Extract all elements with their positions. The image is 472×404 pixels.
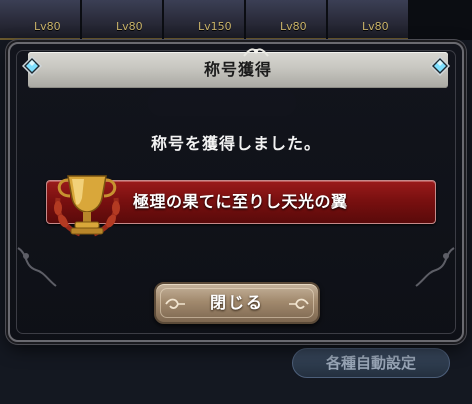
- dialog-header: 称号獲得: [28, 48, 448, 88]
- auto-settings-button[interactable]: 各種自動設定: [292, 348, 450, 378]
- corner-ornament-icon: [415, 247, 455, 287]
- party-member-level: Lv150: [198, 20, 232, 33]
- earned-title-name: 極理の果てに至りし天光の翼: [133, 192, 348, 211]
- corner-ornament-icon: [17, 247, 57, 287]
- flourish-icon: [243, 48, 269, 57]
- party-member-level: Lv80: [34, 20, 61, 33]
- flourish-icon: [165, 298, 185, 309]
- party-member-level: Lv80: [362, 20, 389, 33]
- party-member-level: Lv80: [280, 20, 307, 33]
- game-screen: Lv80 Lv80 Lv150 Lv80 Lv80 各種自動設定 称号獲得 称号…: [0, 0, 472, 404]
- party-member-2[interactable]: Lv80: [82, 0, 162, 40]
- title-acquired-dialog: 称号獲得 称号を獲得しました。 極理の果てに至りし天光の翼 閉じる: [8, 42, 464, 342]
- party-member-level: Lv80: [116, 20, 143, 33]
- party-member-1[interactable]: Lv80: [0, 0, 80, 40]
- trophy-icon: [54, 175, 120, 237]
- close-button-label: 閉じる: [209, 293, 264, 312]
- dialog-message: 称号を獲得しました。: [150, 134, 321, 153]
- party-portraits: Lv80 Lv80 Lv150 Lv80 Lv80: [0, 0, 472, 40]
- flourish-icon: [289, 298, 309, 309]
- gem-icon: [22, 56, 42, 76]
- party-member-5[interactable]: Lv80: [328, 0, 408, 40]
- party-member-4[interactable]: Lv80: [246, 0, 326, 40]
- dialog-title: 称号獲得: [203, 60, 272, 79]
- gem-icon: [430, 56, 450, 76]
- close-button[interactable]: 閉じる: [154, 282, 320, 324]
- party-member-3[interactable]: Lv150: [164, 0, 244, 40]
